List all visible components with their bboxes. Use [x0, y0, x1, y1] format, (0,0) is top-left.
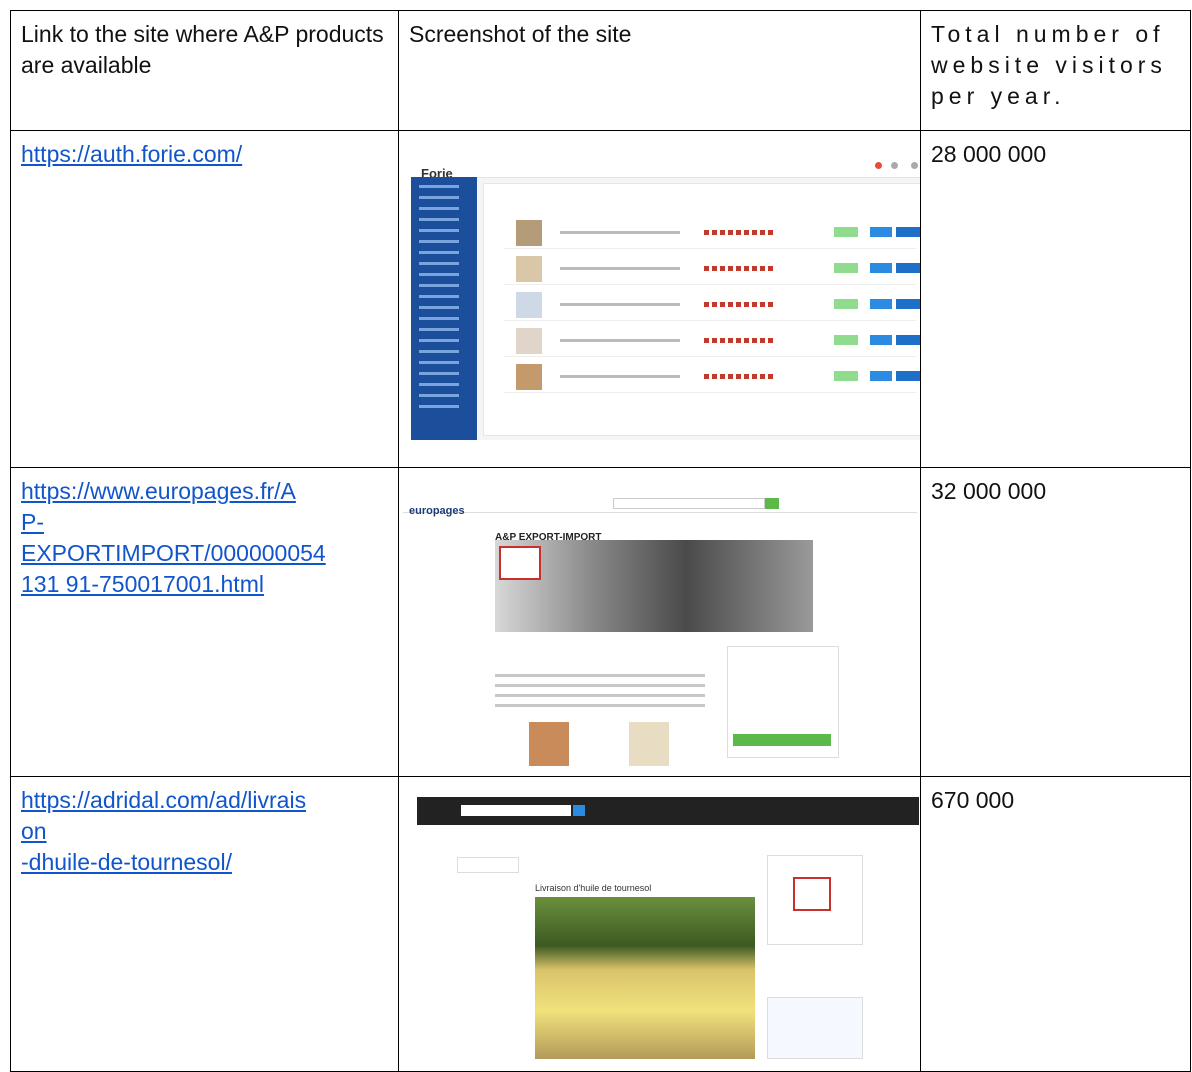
search-input	[613, 498, 765, 509]
screenshot-cell: Livraison d'huile de tournesol	[398, 776, 921, 1072]
search-input	[461, 805, 571, 816]
table-row: https://adridal.com/ad/livrais on -dhuil…	[10, 776, 1191, 1072]
forie-product-list	[483, 183, 920, 436]
europages-topbar: europages	[403, 494, 917, 517]
search-icon	[573, 805, 585, 816]
product-row	[504, 362, 920, 393]
product-image	[629, 722, 669, 766]
table-header-row: Link to the site where A&P products are …	[10, 10, 1191, 131]
table-row: https://www.europages.fr/A P- EXPORTIMPO…	[10, 467, 1191, 777]
company-banner	[495, 540, 813, 632]
product-row	[504, 254, 920, 285]
forie-screenshot: Forie	[411, 155, 920, 440]
seller-logo	[793, 877, 831, 911]
site-link-line[interactable]: https://adridal.com/ad/livrais	[21, 785, 388, 816]
description-line	[495, 694, 705, 697]
product-row	[504, 290, 920, 321]
link-cell: https://adridal.com/ad/livrais on -dhuil…	[10, 776, 399, 1072]
link-cell: https://www.europages.fr/A P- EXPORTIMPO…	[10, 467, 399, 777]
header-visitors-cell: Total number of website visitors per yea…	[920, 10, 1191, 131]
notification-icon	[875, 162, 882, 169]
company-logo	[499, 546, 541, 580]
site-link-line[interactable]: P-	[21, 507, 388, 538]
sunflower-oil-photo	[535, 897, 755, 1059]
product-image	[529, 722, 569, 766]
description-line	[495, 704, 705, 707]
screenshot-cell: europages A&P EXPORT-IMPORT	[398, 467, 921, 777]
header-screenshot-cell: Screenshot of the site	[398, 10, 921, 131]
description-line	[495, 674, 705, 677]
product-row	[504, 326, 920, 357]
site-link-line[interactable]: on	[21, 816, 388, 847]
user-icon	[891, 162, 898, 169]
description-line	[495, 684, 705, 687]
site-link[interactable]: https://auth.forie.com/	[21, 139, 388, 170]
screenshot-cell: Forie	[398, 130, 921, 468]
adridal-topbar	[417, 797, 919, 825]
forie-sidebar	[411, 177, 477, 440]
site-link-line[interactable]: EXPORTIMPORT/000000054	[21, 538, 388, 569]
visitors-cell: 32 000 000	[920, 467, 1191, 777]
adridal-screenshot: Livraison d'huile de tournesol	[417, 797, 919, 1059]
link-cell: https://auth.forie.com/	[10, 130, 399, 468]
forie-topbar: Forie	[411, 155, 920, 181]
europages-screenshot: europages A&P EXPORT-IMPORT	[403, 494, 917, 766]
sidebar-box	[457, 857, 519, 873]
contact-button	[733, 734, 831, 746]
visitors-cell: 28 000 000	[920, 130, 1191, 468]
header-link-cell: Link to the site where A&P products are …	[10, 10, 399, 131]
site-link-line[interactable]: -dhuile-de-tournesol/	[21, 847, 388, 878]
europages-logo: europages	[409, 505, 465, 517]
visitors-cell: 670 000	[920, 776, 1191, 1072]
table-row: https://auth.forie.com/ Forie 28 000 000	[10, 130, 1191, 468]
search-button	[765, 498, 779, 509]
settings-icon	[911, 162, 918, 169]
product-row	[504, 218, 920, 249]
site-link-line[interactable]: 131 91-750017001.html	[21, 569, 388, 600]
safety-tips-box	[767, 997, 863, 1059]
site-link-line[interactable]: https://www.europages.fr/A	[21, 476, 388, 507]
sites-table: Link to the site where A&P products are …	[10, 10, 1191, 1072]
